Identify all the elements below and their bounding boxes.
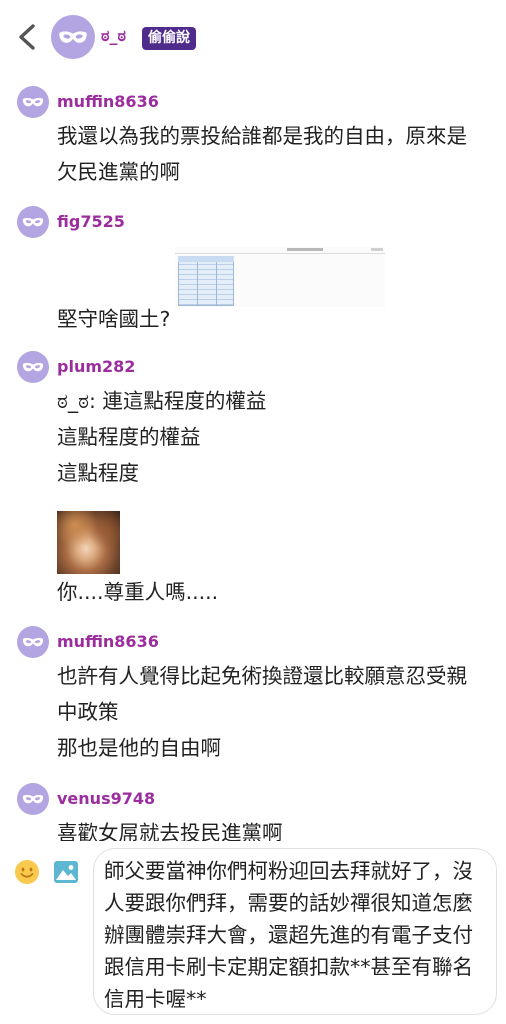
input-text-line: 人要跟你們拜，需要的話妙禪很知道怎麼 (104, 891, 473, 915)
comment-feed[interactable]: muffin8636 我還以為我的票投給誰都是我的自由，原來是 欠民進黨的啊 f… (0, 0, 506, 841)
comment-text-line: 中政策 (57, 700, 119, 724)
avatar[interactable] (17, 626, 49, 658)
image-table-header (178, 256, 234, 262)
comment-text-line: 也許有人覺得比起免術換證還比較願意忍受親 (57, 664, 467, 688)
comment-body: ಠ_ಠ: 連這點程度的權益 這點程度的權益 這點程度 你....尊重人嗎....… (57, 383, 497, 610)
input-text-line: 跟信用卡刷卡定期定額扣款**甚至有聯名 (104, 955, 473, 979)
comment-text-line: 那也是他的自由啊 (57, 736, 221, 760)
comment-input[interactable]: 師父要當神你們柯粉迎回去拜就好了，沒 人要跟你們拜，需要的話妙禪很知道怎麼 辦團… (93, 848, 497, 1015)
comment-text-line: 我還以為我的票投給誰都是我的自由，原來是 (57, 124, 467, 148)
image-divider (175, 253, 385, 254)
composer: 師父要當神你們柯粉迎回去拜就好了，沒 人要跟你們拜，需要的話妙禪很知道怎麼 辦團… (0, 841, 506, 1024)
smiley-icon[interactable] (14, 859, 40, 885)
avatar[interactable] (17, 783, 49, 815)
image-icon[interactable] (53, 859, 79, 885)
comment-text-line: 喜歡女屌就去投民進黨啊 (57, 821, 283, 841)
mask-icon (22, 97, 44, 107)
image-title-text (287, 248, 323, 251)
comment-text-line: 欠民進黨的啊 (57, 160, 180, 184)
comment: muffin8636 也許有人覺得比起免術換證還比較願意忍受親 中政策 那也是他… (17, 626, 497, 766)
comment-header: fig7525 (17, 206, 497, 238)
comment-text-line: 這點程度 (57, 461, 139, 485)
username[interactable]: fig7525 (57, 212, 125, 232)
input-text-line: 信用卡喔** (104, 987, 207, 1011)
avatar[interactable] (17, 351, 49, 383)
comment-text-line: 你....尊重人嗎..... (57, 580, 219, 604)
mask-icon (22, 794, 44, 804)
avatar[interactable] (17, 206, 49, 238)
comment-body: 堅守啥國土? (57, 247, 497, 337)
username[interactable]: muffin8636 (57, 92, 159, 112)
mask-icon (22, 637, 44, 647)
image-table-grid (178, 256, 234, 306)
comment-header: muffin8636 (17, 626, 497, 658)
chat-title[interactable]: ಠ_ಠ (101, 26, 126, 46)
chat-header: ಠ_ಠ 偷偷說 (0, 0, 506, 76)
avatar[interactable] (17, 86, 49, 118)
mask-icon (22, 217, 44, 227)
username[interactable]: venus9748 (57, 789, 155, 809)
comment-text-line: 這點程度的權益 (57, 425, 201, 449)
username[interactable]: muffin8636 (57, 632, 159, 652)
comment-header: muffin8636 (17, 86, 497, 118)
mask-icon (59, 31, 87, 43)
attached-image[interactable] (57, 511, 120, 574)
header-avatar[interactable] (51, 15, 95, 59)
comment-header: venus9748 (17, 783, 497, 815)
comment-body: 喜歡女屌就去投民進黨啊 (57, 815, 497, 841)
input-text-line: 師父要當神你們柯粉迎回去拜就好了，沒 (104, 859, 473, 883)
quote-line: ಠ_ಠ: 連這點程度的權益 (57, 389, 267, 413)
comment: plum282 ಠ_ಠ: 連這點程度的權益 這點程度的權益 這點程度 你....… (17, 351, 497, 610)
comment-body: 也許有人覺得比起免術換證還比較願意忍受親 中政策 那也是他的自由啊 (57, 658, 497, 766)
comment-body: 我還以為我的票投給誰都是我的自由，原來是 欠民進黨的啊 (57, 118, 497, 190)
comment: muffin8636 我還以為我的票投給誰都是我的自由，原來是 欠民進黨的啊 (17, 86, 497, 190)
mask-icon (22, 362, 44, 372)
comment-header: plum282 (17, 351, 497, 383)
image-corner-text (371, 248, 383, 251)
username[interactable]: plum282 (57, 357, 135, 377)
input-text-line: 辦團體崇拜大會，還超先進的有電子支付 (104, 923, 473, 947)
attached-image[interactable] (175, 247, 385, 307)
comment: venus9748 喜歡女屌就去投民進黨啊 (17, 783, 497, 841)
board-badge: 偷偷說 (142, 27, 196, 50)
comment: fig7525 堅守啥國土? (17, 206, 497, 337)
chevron-left-icon[interactable] (14, 21, 40, 53)
